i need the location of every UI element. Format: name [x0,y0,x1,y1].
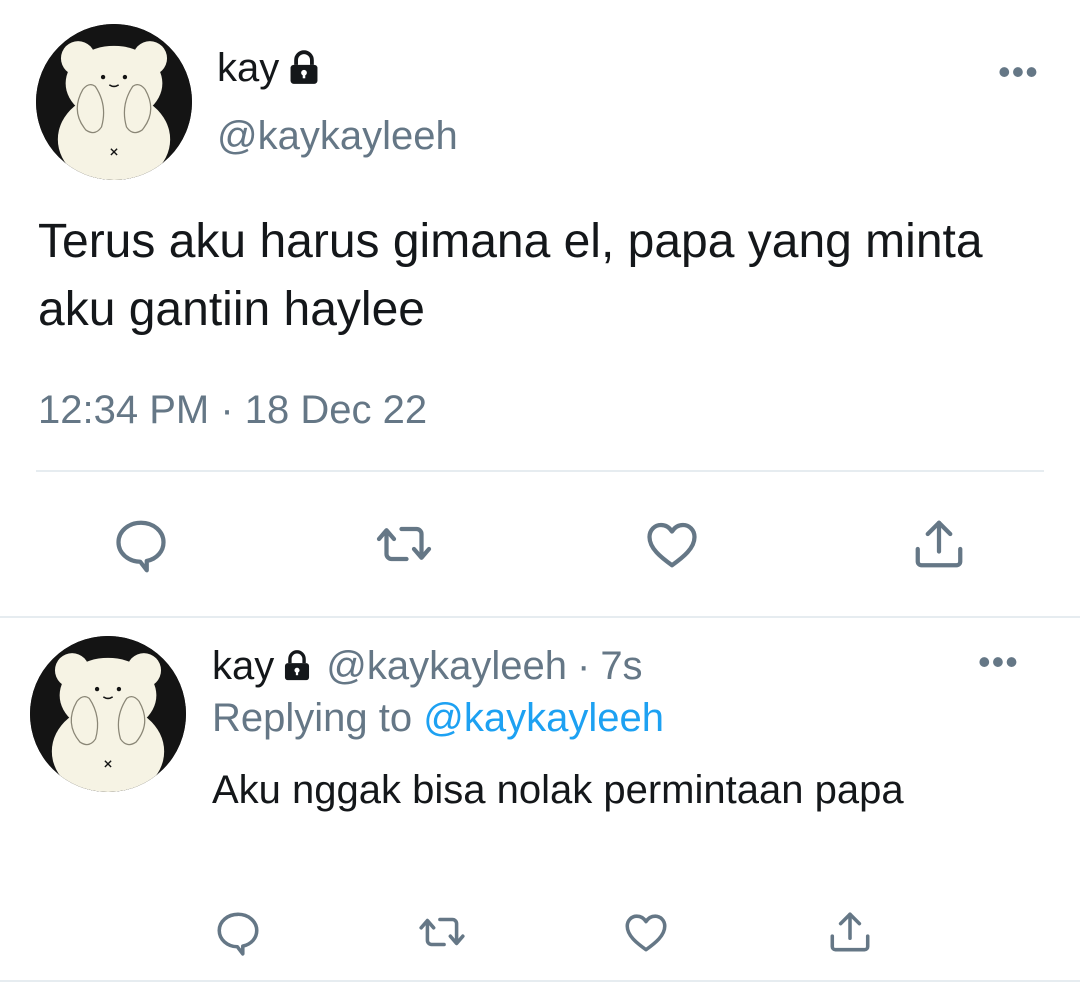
tweet-text: Aku nggak bisa nolak permintaan papa [212,768,904,812]
share-icon [909,514,969,574]
timestamp-separator: · [220,388,234,432]
more-dots-icon[interactable]: ••• [978,644,1019,680]
more-dots-icon[interactable]: ••• [998,54,1039,90]
display-name[interactable]: kay [212,642,274,690]
bear-avatar-image [36,24,192,180]
retweet-icon [374,514,434,574]
divider [36,470,1044,472]
share-icon [825,907,875,957]
share-button[interactable] [908,513,970,575]
divider [0,980,1080,982]
reply-icon [213,907,263,957]
replying-to-label: Replying to [212,696,413,740]
share-button[interactable] [824,906,876,958]
reply-header: kay @kaykayleeh · 7s [212,642,643,690]
display-name[interactable]: kay [217,44,323,92]
mention-link[interactable]: @kaykayleeh [423,696,664,740]
retweet-button[interactable] [416,906,468,958]
reply-button[interactable] [110,513,172,575]
avatar[interactable] [30,636,186,792]
like-icon [642,514,702,574]
user-handle[interactable]: @kaykayleeh [326,642,567,690]
header-separator: · [576,644,591,688]
display-name-text: kay [217,46,280,90]
like-button[interactable] [641,513,703,575]
avatar[interactable] [36,24,192,180]
like-button[interactable] [620,906,672,958]
tweet-date: 18 Dec 22 [244,388,428,432]
reply-button[interactable] [212,906,264,958]
tweet-age[interactable]: 7s [600,642,642,690]
like-icon [621,907,671,957]
lock-icon [285,49,323,87]
replying-to: Replying to @kaykayleeh [212,694,664,742]
retweet-icon [417,907,467,957]
reply-icon [111,514,171,574]
tweet-timestamp[interactable]: 12:34 PM · 18 Dec 22 [38,386,427,434]
divider [0,616,1080,618]
tweet-time: 12:34 PM [38,388,210,432]
retweet-button[interactable] [373,513,435,575]
user-handle[interactable]: @kaykayleeh [217,112,458,160]
lock-icon [280,649,314,683]
bear-avatar-image [30,636,186,792]
tweet-text: Terus aku harus gimana el, papa yang min… [38,215,983,336]
